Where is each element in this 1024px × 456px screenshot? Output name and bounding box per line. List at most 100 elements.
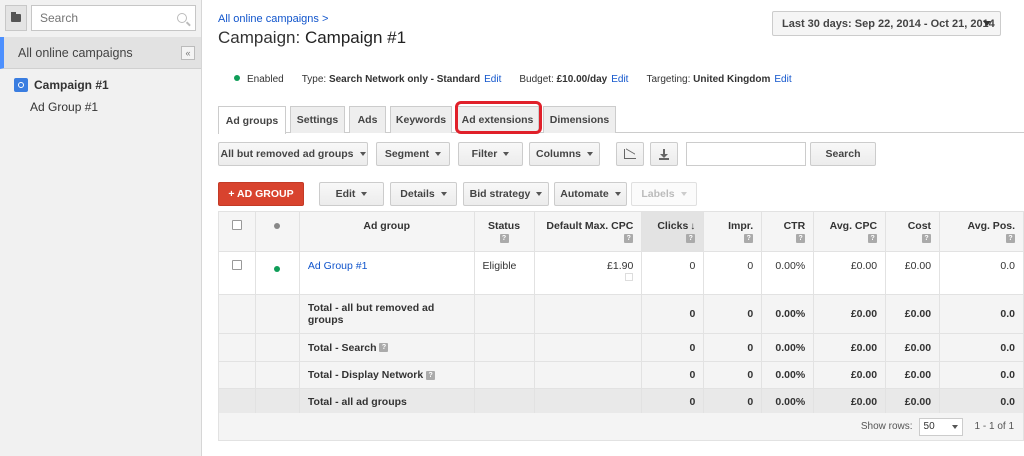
total-label: Total - Search ? <box>298 333 475 362</box>
status-dot-icon <box>274 223 281 229</box>
col-ctr[interactable]: CTR? <box>761 211 815 252</box>
ad-group-link[interactable]: Ad Group #1 <box>308 260 368 272</box>
help-icon[interactable]: ? <box>499 233 509 243</box>
total-impr: 0 <box>703 294 763 334</box>
search-icon[interactable] <box>177 13 187 23</box>
segment-label: Segment <box>384 148 430 160</box>
edit-targeting-link[interactable]: Edit <box>774 74 791 85</box>
type-label: Type: <box>301 74 327 85</box>
breadcrumb[interactable]: All online campaigns > <box>218 13 328 25</box>
col-avg-cpc[interactable]: Avg. CPC? <box>813 211 887 252</box>
bid-strategy-dropdown[interactable]: Bid strategy <box>463 182 549 206</box>
segment-dropdown[interactable]: Segment <box>376 142 450 166</box>
title-prefix: Campaign: <box>218 28 301 47</box>
sidebar-campaign-label: Campaign #1 <box>34 78 109 92</box>
edit-budget-link[interactable]: Edit <box>611 74 628 85</box>
help-icon[interactable]: ? <box>1006 233 1015 243</box>
total-empty-cell <box>254 333 300 362</box>
filter-dropdown[interactable]: Filter <box>458 142 523 166</box>
total-empty-cell <box>254 294 300 334</box>
dropdown-icon <box>435 152 442 156</box>
total-empty-cell <box>218 333 256 362</box>
help-icon[interactable]: ? <box>796 233 806 243</box>
dropdown-icon <box>503 152 510 156</box>
rows-per-page-value: 50 <box>923 421 935 432</box>
sidebar-top <box>0 0 201 36</box>
columns-dropdown[interactable]: Columns <box>529 142 600 166</box>
dropdown-icon <box>614 192 621 196</box>
table-search-box[interactable] <box>686 142 806 166</box>
total-empty-cell <box>218 388 256 416</box>
bid-strategy-label: Bid strategy <box>469 188 531 200</box>
col-default-cpc[interactable]: Default Max. CPC? <box>533 211 643 252</box>
rows-per-page-select[interactable]: 50 <box>918 417 963 436</box>
show-rows-label: Show rows: <box>860 421 913 432</box>
col-ad-group[interactable]: Ad group <box>298 211 475 252</box>
total-avg-pos: 0.0 <box>939 294 1024 334</box>
col-status[interactable]: Status? <box>473 211 535 252</box>
col-cost[interactable]: Cost? <box>885 211 941 252</box>
sidebar-item-campaign[interactable]: Campaign #1 <box>0 73 201 97</box>
tab-keywords[interactable]: Keywords <box>390 106 452 133</box>
help-icon[interactable]: ? <box>868 233 878 243</box>
help-icon[interactable]: ? <box>922 233 932 243</box>
chart-icon <box>624 149 636 159</box>
row-checkbox[interactable] <box>231 260 242 270</box>
edit-dropdown[interactable]: Edit <box>319 182 384 206</box>
col-impr[interactable]: Impr.? <box>703 211 763 252</box>
pagination-range: 1 - 1 of 1 <box>974 421 1014 432</box>
date-range-selector[interactable]: Last 30 days: Sep 22, 2014 - Oct 21, 201… <box>772 11 1001 36</box>
folder-button[interactable] <box>5 5 27 31</box>
tab-settings[interactable]: Settings <box>290 106 345 133</box>
total-avg-cpc: £0.00 <box>813 294 887 334</box>
add-ad-group-button[interactable]: + AD GROUP <box>218 182 304 206</box>
help-icon[interactable]: ? <box>426 370 436 380</box>
total-impr: 0 <box>703 361 763 389</box>
row-ctr: 0.00% <box>761 251 815 295</box>
help-icon[interactable]: ? <box>744 233 754 243</box>
total-empty-cell <box>533 388 643 416</box>
sidebar-search-input[interactable] <box>40 11 177 25</box>
sidebar-item-adgroup[interactable]: Ad Group #1 <box>0 97 201 117</box>
table-search-input[interactable] <box>687 143 805 165</box>
folder-icon <box>11 12 21 22</box>
tab-dimensions[interactable]: Dimensions <box>543 106 616 133</box>
tab-bar: Ad groups Settings Ads Keywords Ad exten… <box>218 106 1024 134</box>
table-row: Ad Group #1 Eligible £1.90 0 0 0.00% £0.… <box>218 251 1024 295</box>
details-label: Details <box>400 188 435 200</box>
cpc-edit-icon[interactable] <box>625 273 634 281</box>
chart-button[interactable] <box>616 142 644 166</box>
col-clicks[interactable]: Clicks ↓? <box>641 211 705 252</box>
row-default-cpc[interactable]: £1.90 <box>533 251 643 295</box>
view-filter-dropdown[interactable]: All but removed ad groups <box>218 142 368 166</box>
tab-ads[interactable]: Ads <box>349 106 386 133</box>
help-icon[interactable]: ? <box>379 343 389 353</box>
col-ctr-label: CTR <box>783 220 806 232</box>
total-impr: 0 <box>703 388 763 416</box>
table-footer: Show rows: 50 1 - 1 of 1 <box>218 413 1024 441</box>
sidebar-item-all-campaigns[interactable]: All online campaigns « <box>0 37 201 69</box>
details-dropdown[interactable]: Details <box>390 182 457 206</box>
enabled-dot-icon[interactable] <box>274 266 281 272</box>
edit-type-link[interactable]: Edit <box>484 74 501 85</box>
tab-ad-groups[interactable]: Ad groups <box>218 106 286 134</box>
status-text: Enabled <box>247 74 284 85</box>
total-empty-cell <box>254 361 300 389</box>
filter-label: Filter <box>471 148 498 160</box>
col-avg-cpc-label: Avg. CPC <box>829 220 878 232</box>
automate-dropdown[interactable]: Automate <box>554 182 627 206</box>
download-button[interactable] <box>650 142 678 166</box>
col-avg-pos[interactable]: Avg. Pos.? <box>939 211 1024 252</box>
total-clicks: 0 <box>641 388 705 416</box>
select-all-checkbox[interactable] <box>231 220 242 230</box>
search-button[interactable]: Search <box>810 142 876 166</box>
help-icon[interactable]: ? <box>686 233 696 243</box>
download-icon <box>659 148 669 160</box>
total-empty-cell <box>254 388 300 416</box>
total-clicks: 0 <box>641 361 705 389</box>
collapse-icon[interactable]: « <box>181 45 195 60</box>
total-row: Total - Display Network ? 0 0 0.00% £0.0… <box>218 361 1024 389</box>
sidebar-search[interactable] <box>31 5 196 31</box>
help-icon[interactable]: ? <box>624 233 634 243</box>
total-row: Total - all ad groups 0 0 0.00% £0.00 £0… <box>218 388 1024 416</box>
